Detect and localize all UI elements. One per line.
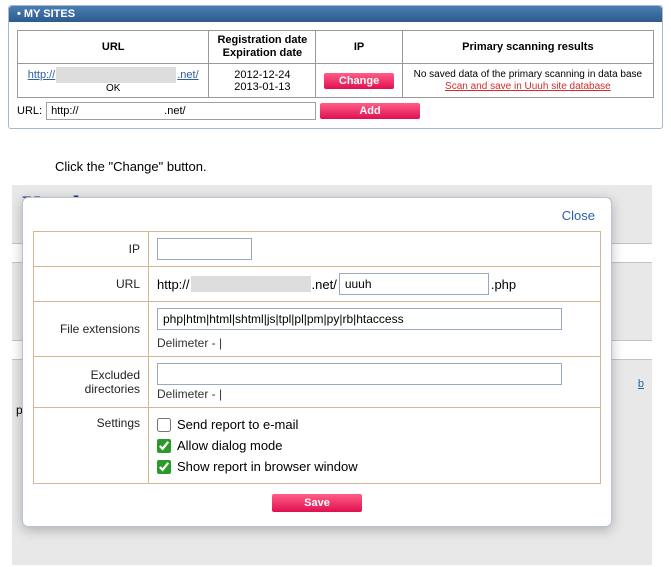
url-tld: .net/: [312, 277, 337, 292]
dialog-mode-label: Allow dialog mode: [177, 438, 283, 453]
col-reg-exp: Registration date Expiration date: [209, 31, 316, 64]
close-link[interactable]: Close: [562, 208, 595, 223]
site-status: OK: [24, 83, 202, 94]
col-reg: Registration date: [217, 34, 307, 46]
label-excl-text: Excluded directories: [85, 368, 140, 396]
send-report-checkbox[interactable]: [157, 418, 171, 432]
send-report-label: Send report to e-mail: [177, 417, 298, 432]
save-button[interactable]: Save: [272, 494, 362, 512]
label-ip: IP: [34, 232, 149, 267]
cell-settings: Send report to e-mail Allow dialog mode …: [149, 408, 601, 484]
row-url: URL http:// .net/ .php: [34, 267, 601, 302]
bg-link-b[interactable]: b: [638, 378, 644, 390]
panel-title: • MY SITES: [9, 6, 662, 22]
cell-excl: Delimeter - |: [149, 357, 601, 408]
excl-delimiter-note: Delimeter - |: [157, 387, 592, 401]
browser-report-checkbox[interactable]: [157, 460, 171, 474]
reg-date: 2012-12-24: [234, 69, 290, 81]
label-settings: Settings: [34, 408, 149, 484]
add-button[interactable]: Add: [320, 103, 420, 119]
url-ext: .php: [491, 277, 516, 292]
table-row: http:// .net/ OK 2012-12-24 2013-01-13 Ch…: [18, 64, 654, 98]
cell-url: http:// .net/ OK: [18, 64, 209, 98]
dialog-mode-checkbox[interactable]: [157, 439, 171, 453]
add-url-label: URL:: [17, 105, 42, 117]
site-url-link[interactable]: http:// .net/: [28, 69, 199, 81]
panel-body: URL Registration date Expiration date IP…: [9, 22, 662, 128]
url-suffix: .net/: [177, 69, 198, 81]
url-host-redacted: [56, 67, 176, 83]
background-area: Uuuh b p Close IP URL http://.net/.php: [12, 185, 652, 565]
cell-ip: Change: [316, 64, 402, 98]
label-url: URL: [34, 267, 149, 302]
row-ext: File extensions Delimeter - |: [34, 302, 601, 357]
scan-save-link[interactable]: Scan and save in Uuuh site database: [445, 81, 611, 92]
modal-close-row: Close: [33, 204, 601, 231]
add-url-row: URL: Add: [17, 102, 654, 120]
cell-primary: No saved data of the primary scanning in…: [402, 64, 653, 98]
url-path-input[interactable]: [339, 273, 489, 295]
file-extensions-input[interactable]: [157, 308, 562, 330]
setting-browser-report: Show report in browser window: [157, 456, 592, 477]
url-scheme: http://: [157, 277, 190, 292]
ext-delimiter-note: Delimeter - |: [157, 336, 592, 350]
exp-date: 2013-01-13: [234, 81, 290, 93]
setting-dialog-mode: Allow dialog mode: [157, 435, 592, 456]
cell-dates: 2012-12-24 2013-01-13: [209, 64, 316, 98]
setting-send-report: Send report to e-mail: [157, 414, 592, 435]
instruction-text: Click the "Change" button.: [55, 159, 671, 174]
table-header-row: URL Registration date Expiration date IP…: [18, 31, 654, 64]
cell-ext: Delimeter - |: [149, 302, 601, 357]
excluded-dirs-input[interactable]: [157, 363, 562, 385]
url-prefix: http://: [28, 69, 56, 81]
my-sites-panel: • MY SITES URL Registration date Expirat…: [8, 5, 663, 129]
add-url-input[interactable]: [46, 102, 316, 120]
row-ip: IP: [34, 232, 601, 267]
col-ip: IP: [316, 31, 402, 64]
col-primary: Primary scanning results: [402, 31, 653, 64]
modal-table: IP URL http:// .net/ .php File extensions …: [33, 231, 601, 484]
label-excl: Excluded directories: [34, 357, 149, 408]
ip-input[interactable]: [157, 238, 252, 260]
col-exp: Expiration date: [223, 47, 302, 59]
save-row: Save: [33, 484, 601, 512]
change-button[interactable]: Change: [324, 73, 394, 89]
cell-ip-input: [149, 232, 601, 267]
col-url: URL: [18, 31, 209, 64]
scan-message: No saved data of the primary scanning in…: [409, 69, 647, 80]
sites-table: URL Registration date Expiration date IP…: [17, 30, 654, 98]
change-modal: Close IP URL http:// .net/ .php File exten…: [22, 197, 612, 527]
label-ext: File extensions: [34, 302, 149, 357]
url-host-redacted: [191, 276, 311, 292]
cell-url-input: http:// .net/ .php: [149, 267, 601, 302]
row-excl: Excluded directories Delimeter - |: [34, 357, 601, 408]
row-settings: Settings Send report to e-mail Allow dia…: [34, 408, 601, 484]
browser-report-label: Show report in browser window: [177, 459, 358, 474]
